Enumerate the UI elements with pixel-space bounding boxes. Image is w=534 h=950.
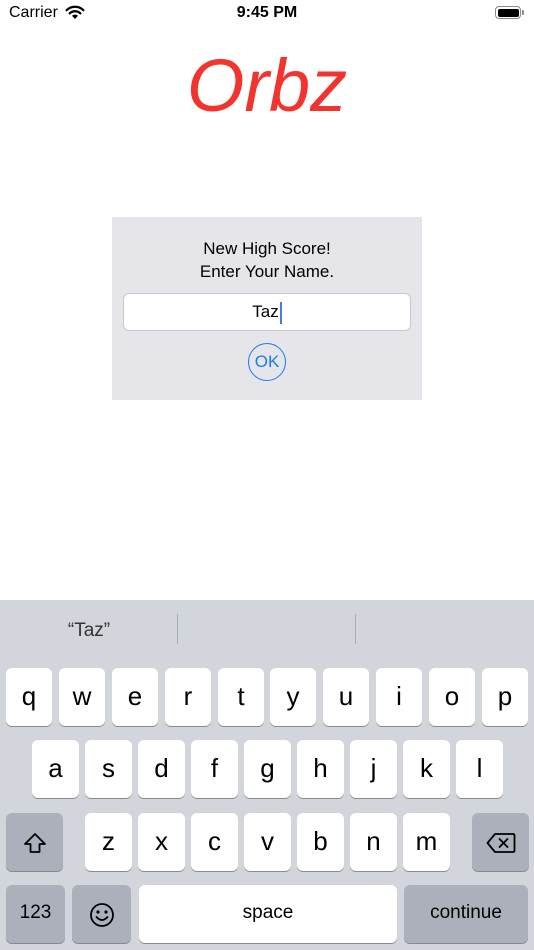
key-n[interactable]: n — [350, 813, 397, 871]
key-z[interactable]: z — [85, 813, 132, 871]
shift-key[interactable] — [6, 813, 63, 871]
key-d[interactable]: d — [138, 740, 185, 798]
key-v[interactable]: v — [244, 813, 291, 871]
continue-key[interactable]: continue — [404, 885, 528, 943]
status-bar: Carrier 9:45 PM — [0, 0, 534, 30]
suggestion-bar: “Taz” — [0, 600, 534, 662]
key-s[interactable]: s — [85, 740, 132, 798]
clock: 9:45 PM — [236, 4, 298, 21]
suggestion-3[interactable] — [356, 600, 534, 662]
key-l[interactable]: l — [456, 740, 503, 798]
key-g[interactable]: g — [244, 740, 291, 798]
key-f[interactable]: f — [191, 740, 238, 798]
key-k[interactable]: k — [403, 740, 450, 798]
shift-icon — [23, 826, 47, 856]
dialog-message-line2: Enter Your Name. — [199, 262, 335, 281]
key-q[interactable]: q — [6, 668, 52, 726]
emoji-key[interactable] — [72, 885, 131, 943]
key-t[interactable]: t — [218, 668, 264, 726]
key-o[interactable]: o — [429, 668, 475, 726]
key-m[interactable]: m — [403, 813, 450, 871]
key-i[interactable]: i — [376, 668, 422, 726]
high-score-dialog: New High Score! Enter Your Name. Taz OK — [112, 217, 422, 400]
emoji-icon — [89, 898, 115, 928]
key-h[interactable]: h — [297, 740, 344, 798]
key-b[interactable]: b — [297, 813, 344, 871]
name-input[interactable]: Taz — [123, 293, 411, 331]
app-title: Orbz — [186, 44, 348, 127]
suggestion-1[interactable]: “Taz” — [0, 600, 178, 662]
key-e[interactable]: e — [112, 668, 158, 726]
key-c[interactable]: c — [191, 813, 238, 871]
battery-icon — [495, 6, 524, 19]
space-key[interactable]: space — [139, 885, 397, 943]
text-caret — [279, 301, 282, 324]
key-p[interactable]: p — [482, 668, 528, 726]
delete-icon — [486, 826, 516, 856]
key-y[interactable]: y — [270, 668, 316, 726]
numbers-key[interactable]: 123 — [6, 885, 65, 943]
delete-key[interactable] — [472, 813, 529, 871]
name-input-value: Taz — [252, 302, 279, 321]
ok-button[interactable]: OK — [248, 343, 286, 381]
key-a[interactable]: a — [32, 740, 79, 798]
key-j[interactable]: j — [350, 740, 397, 798]
dialog-message: New High Score! Enter Your Name. — [112, 237, 422, 283]
keyboard: “Taz” q w e r t y u i o p a s d f g h j … — [0, 600, 534, 950]
dialog-message-line1: New High Score! — [203, 239, 331, 258]
key-w[interactable]: w — [59, 668, 105, 726]
key-u[interactable]: u — [323, 668, 369, 726]
key-r[interactable]: r — [165, 668, 211, 726]
suggestion-2[interactable] — [178, 600, 356, 662]
key-x[interactable]: x — [138, 813, 185, 871]
